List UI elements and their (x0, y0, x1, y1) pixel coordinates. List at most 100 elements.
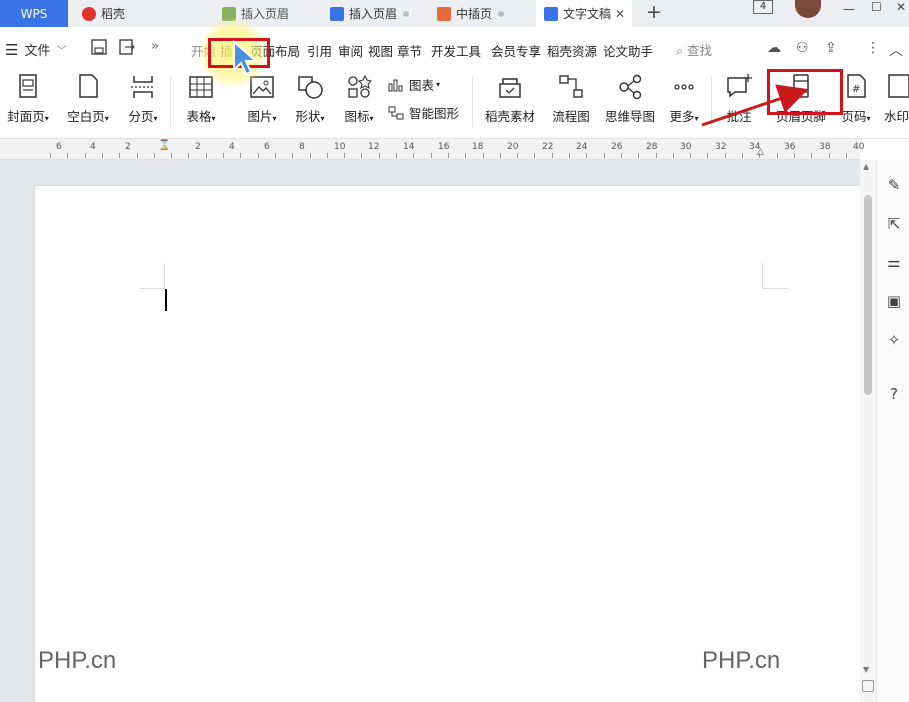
ruler-minor-mark (223, 153, 224, 158)
tab-label: 文字文稿 (563, 7, 612, 21)
wps-home-tab[interactable]: WPS (0, 0, 68, 27)
close-window-icon[interactable]: ✕ (896, 0, 906, 20)
plus-icon[interactable]: + (646, 1, 662, 23)
help-icon[interactable]: ? (885, 385, 903, 403)
share-user-icon[interactable]: ⚇ (796, 40, 809, 56)
search-box[interactable]: ⌕ 查找 (676, 40, 712, 59)
maximize-icon[interactable]: ☐ (871, 0, 882, 20)
share-icon[interactable]: ⇪ (825, 40, 837, 56)
ruler-tick-label: 26 (611, 142, 623, 152)
ribbon-divider (170, 77, 171, 127)
settings-sliders-icon[interactable]: ⚌ (885, 253, 903, 271)
ruler-minor-mark (742, 153, 743, 158)
ruler-tick-label: 36 (784, 142, 796, 152)
ruler-minor-mark (378, 153, 380, 158)
menu-docer-resources[interactable]: 稻壳资源 (547, 41, 597, 60)
ribbon-comment[interactable]: 批注 (720, 72, 758, 125)
tab-mid-insert[interactable]: 中插页 (437, 0, 505, 27)
menu-developer[interactable]: 开发工具 (431, 41, 481, 60)
ribbon-page-break[interactable]: 分页▾ (123, 72, 163, 125)
menu-references[interactable]: 引用 (307, 41, 332, 60)
ruler-tick-label: 40 (853, 142, 865, 152)
tab-text-document[interactable]: 文字文稿 ✕ (536, 0, 632, 27)
ribbon-mindmap[interactable]: 思维导图 (602, 72, 658, 125)
writer-doc-icon (330, 6, 344, 21)
ribbon-cover-page[interactable]: 封面页▾ (2, 72, 54, 125)
more-menu-icon[interactable]: ⋮ (866, 40, 880, 56)
minimize-icon[interactable]: — (843, 2, 855, 22)
ribbon-smart-graphic[interactable]: 智能图形 (388, 103, 468, 122)
smart-graphic-icon (388, 106, 404, 120)
menu-review[interactable]: 审阅 (338, 41, 363, 60)
ruler-minor-mark (309, 153, 311, 158)
collapse-ribbon-icon[interactable]: ︿ (889, 40, 903, 60)
ribbon-label: 水印 (884, 109, 909, 124)
file-menu[interactable]: ☰ 文件 ﹀ (5, 40, 66, 60)
watermark-text-left: PHP.cn (38, 647, 117, 674)
ruler-minor-mark (724, 153, 726, 158)
export-icon[interactable] (118, 39, 136, 55)
menu-thesis-assistant[interactable]: 论文助手 (603, 41, 653, 60)
title-bar: WPS 稻壳 插入页眉 插入页眉 中插页 文字文稿 ✕ + 4 — ☐ ✕ (0, 0, 909, 27)
select-pointer-icon[interactable]: ⇱ (885, 215, 903, 233)
window-count-badge[interactable]: 4 (753, 0, 773, 14)
save-icon[interactable] (90, 39, 108, 55)
ruler-minor-mark (171, 153, 173, 158)
expand-quick-access-icon[interactable]: » (146, 39, 164, 55)
menu-chapter[interactable]: 章节 (397, 41, 422, 60)
ai-assistant-icon[interactable]: ✧ (885, 331, 903, 349)
scroll-down-icon[interactable]: ▼ (863, 665, 869, 674)
ribbon-shape[interactable]: 形状▾ (290, 72, 330, 125)
ribbon-icons[interactable]: 图标▾ (339, 72, 379, 125)
ruler-minor-mark (845, 153, 847, 158)
tab-label: 稻壳 (101, 7, 126, 21)
ruler-minor-mark (534, 153, 536, 158)
ruler-tick-label: 12 (368, 142, 380, 152)
tab-insert-header-2[interactable]: 插入页眉 (330, 0, 410, 27)
pen-icon[interactable]: ✎ (885, 176, 903, 194)
ribbon-label: 图表 ▾ (388, 75, 448, 94)
ruler-minor-mark (257, 153, 259, 158)
right-indent-marker-icon[interactable]: △ (757, 147, 764, 157)
avatar[interactable] (795, 0, 821, 18)
close-tab-icon[interactable]: ✕ (615, 7, 625, 21)
tab-docer[interactable]: 稻壳 (82, 0, 125, 27)
menu-view[interactable]: 视图 (368, 41, 393, 60)
zoom-page-icon[interactable] (862, 680, 874, 692)
ruler-minor-mark (447, 153, 449, 158)
scroll-thumb[interactable] (864, 195, 872, 395)
horizontal-ruler[interactable]: 6 4 2 2 4 6 8 10 12 14 16 18 20 22 24 26 28 30 32 34 36 38 40 ⌛… (0, 139, 864, 160)
ruler-minor-mark (551, 153, 553, 158)
scroll-up-icon[interactable]: ▲ (863, 162, 869, 171)
ruler-tick-label: 32 (715, 142, 727, 152)
image-panel-icon[interactable]: ▣ (885, 292, 903, 310)
ruler-tick-label: 6 (56, 142, 62, 152)
blank-page-icon (73, 72, 103, 102)
ribbon-blank-page[interactable]: 空白页▾ (62, 72, 114, 125)
ruler-minor-mark (638, 153, 640, 158)
ribbon-flowchart[interactable]: 流程图 (548, 72, 594, 125)
ruler-minor-mark (776, 153, 778, 158)
ribbon-more[interactable]: 更多▾ (664, 72, 704, 125)
ribbon-divider (711, 77, 712, 127)
ribbon-watermark[interactable]: 水印 (884, 72, 909, 125)
document-page[interactable]: PHP.cn PHP.cn (35, 186, 860, 702)
ribbon-label: 图片▾ (247, 109, 277, 124)
docer-icon (82, 6, 96, 21)
right-side-panel: ✎ ⇱ ⚌ ▣ ✧ ? (876, 160, 909, 702)
ruler-tick-label: 22 (542, 142, 554, 152)
search-icon: ⌕ (676, 43, 684, 58)
ruler-minor-mark (101, 153, 103, 158)
text-cursor (165, 289, 167, 311)
search-label: 查找 (687, 43, 713, 58)
ribbon-docer-material[interactable]: 稻壳素材 (482, 72, 538, 125)
shape-icon (295, 72, 325, 102)
page-break-icon (128, 72, 158, 102)
vertical-scrollbar[interactable]: ▲ ▼ (860, 160, 876, 702)
ruler-tick-label: 28 (646, 142, 658, 152)
menu-member[interactable]: 会员专享 (491, 41, 541, 60)
indent-marker-icon[interactable]: ⌛ (158, 140, 170, 151)
ribbon-chart[interactable]: 图表 ▾ (388, 75, 448, 94)
ruler-tick-label: 18 (472, 142, 484, 152)
cloud-sync-icon[interactable]: ☁ (767, 40, 781, 56)
